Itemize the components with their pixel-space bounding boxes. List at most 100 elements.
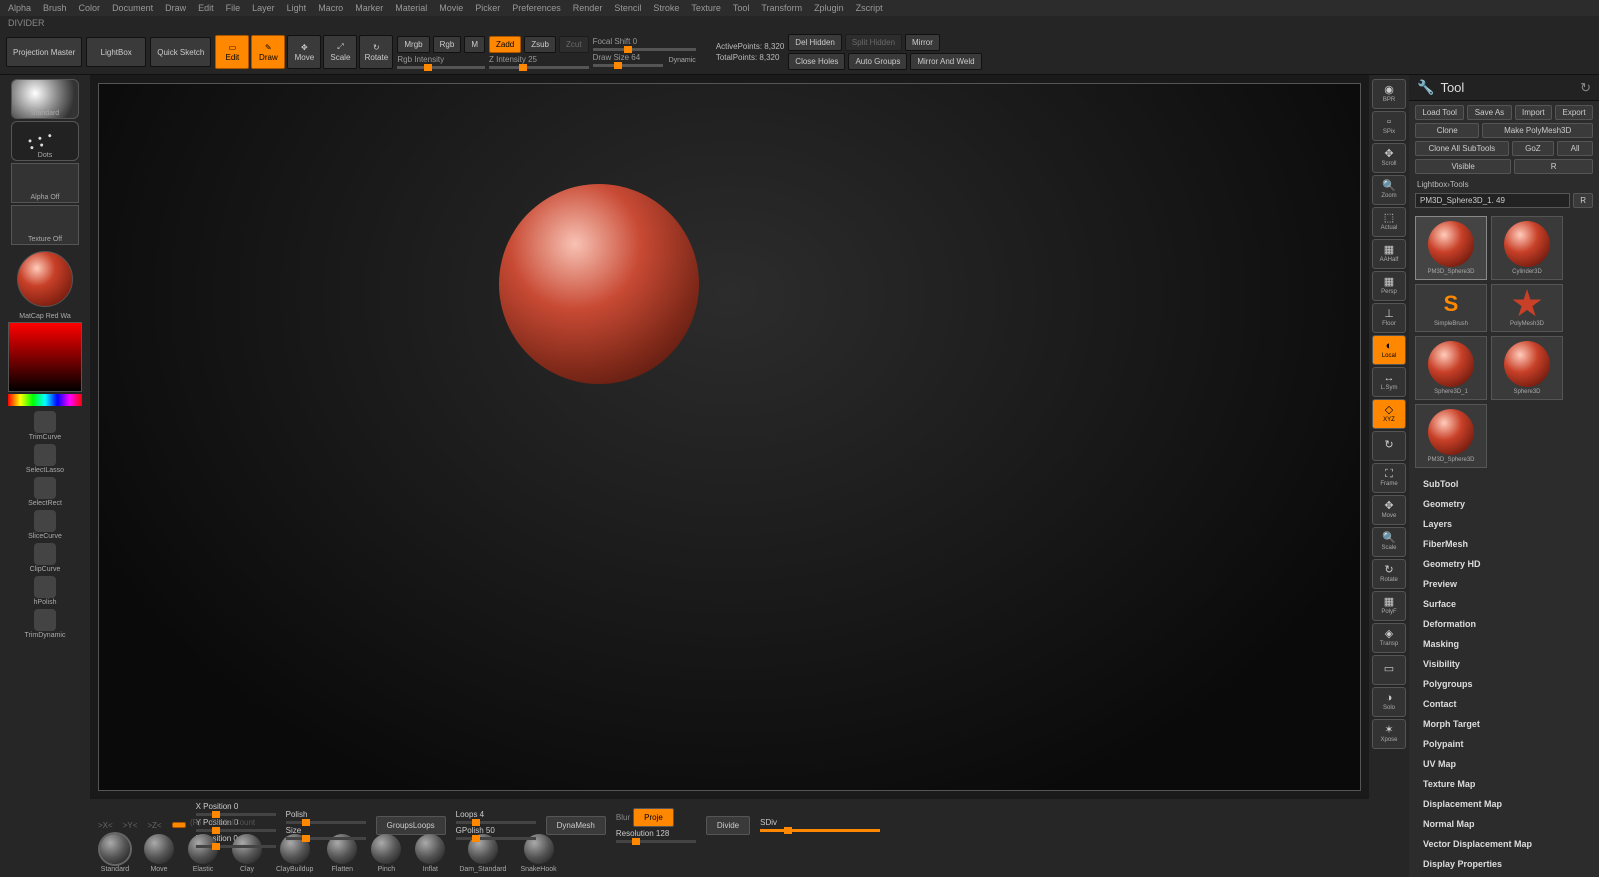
section-display-properties[interactable]: Display Properties	[1409, 854, 1599, 874]
brush-elastic[interactable]: Elastic	[188, 834, 218, 873]
left-tool-slicecurve[interactable]: SliceCurve	[25, 510, 66, 540]
rp-clone[interactable]: Clone	[1415, 123, 1479, 138]
mirror-button[interactable]: Mirror	[905, 34, 940, 51]
shelf-frame[interactable]: ⛶Frame	[1372, 463, 1406, 493]
menu-movie[interactable]: Movie	[439, 3, 463, 13]
m-button[interactable]: M	[464, 36, 485, 53]
shelf-l.sym[interactable]: ↔L.Sym	[1372, 367, 1406, 397]
menu-macro[interactable]: Macro	[318, 3, 343, 13]
tool-sphere3d[interactable]: Sphere3D	[1491, 336, 1563, 400]
section-layers[interactable]: Layers	[1409, 514, 1599, 534]
zsub-button[interactable]: Zsub	[524, 36, 556, 53]
menu-material[interactable]: Material	[395, 3, 427, 13]
section-subtool[interactable]: SubTool	[1409, 474, 1599, 494]
shelf-btn18[interactable]: ▭	[1372, 655, 1406, 685]
menu-transform[interactable]: Transform	[761, 3, 802, 13]
menu-render[interactable]: Render	[573, 3, 603, 13]
shelf-floor[interactable]: ⊥Floor	[1372, 303, 1406, 333]
menu-color[interactable]: Color	[79, 3, 101, 13]
left-tool-selectrect[interactable]: SelectRect	[25, 477, 66, 507]
rp-visible[interactable]: Visible	[1415, 159, 1511, 174]
tool-simplebrush[interactable]: SSimpleBrush	[1415, 284, 1487, 332]
shelf-solo[interactable]: ◑Solo	[1372, 687, 1406, 717]
tool-cylinder3d[interactable]: Cylinder3D	[1491, 216, 1563, 280]
rp-import[interactable]: Import	[1515, 105, 1553, 120]
x-position-slider[interactable]: X Position 0	[196, 802, 276, 816]
rp-load-tool[interactable]: Load Tool	[1415, 105, 1464, 120]
texture-swatch[interactable]: Texture Off	[11, 205, 79, 245]
section-normal-map[interactable]: Normal Map	[1409, 814, 1599, 834]
zcut-button[interactable]: Zcut	[559, 36, 589, 53]
lightbox-path[interactable]: Lightbox›Tools	[1409, 178, 1599, 191]
menu-texture[interactable]: Texture	[691, 3, 721, 13]
shelf-scale[interactable]: 🔍Scale	[1372, 527, 1406, 557]
rotate-mode-button[interactable]: ↻Rotate	[359, 35, 393, 69]
shelf-actual[interactable]: ⬚Actual	[1372, 207, 1406, 237]
section-polygroups[interactable]: Polygroups	[1409, 674, 1599, 694]
shelf-aahalf[interactable]: ▦AAHalf	[1372, 239, 1406, 269]
brush-standard[interactable]: Standard	[100, 834, 130, 873]
shelf-xpose[interactable]: ✶Xpose	[1372, 719, 1406, 749]
section-morph-target[interactable]: Morph Target	[1409, 714, 1599, 734]
draw-mode-button[interactable]: ✎Draw	[251, 35, 285, 69]
auto-groups-button[interactable]: Auto Groups	[848, 53, 907, 70]
left-tool-clipcurve[interactable]: ClipCurve	[25, 543, 66, 573]
refresh-icon[interactable]: ↻	[1580, 80, 1591, 96]
menu-edit[interactable]: Edit	[198, 3, 214, 13]
section-fibermesh[interactable]: FiberMesh	[1409, 534, 1599, 554]
top-menu[interactable]: AlphaBrushColorDocumentDrawEditFileLayer…	[0, 0, 1599, 16]
menu-tool[interactable]: Tool	[733, 3, 750, 13]
menu-stroke[interactable]: Stroke	[653, 3, 679, 13]
menu-stencil[interactable]: Stencil	[614, 3, 641, 13]
brush-clay[interactable]: Clay	[232, 834, 262, 873]
menu-file[interactable]: File	[226, 3, 241, 13]
r-button[interactable]: R	[1573, 193, 1593, 208]
menu-brush[interactable]: Brush	[43, 3, 67, 13]
stroke-swatch[interactable]: Dots	[11, 121, 79, 161]
section-masking[interactable]: Masking	[1409, 634, 1599, 654]
draw-size-slider[interactable]: Draw Size 64	[593, 53, 663, 67]
section-deformation[interactable]: Deformation	[1409, 614, 1599, 634]
section-visibility[interactable]: Visibility	[1409, 654, 1599, 674]
move-mode-button[interactable]: ✥Move	[287, 35, 321, 69]
tool-pm3d_sphere3d[interactable]: PM3D_Sphere3D	[1415, 216, 1487, 280]
mesh-sphere[interactable]	[499, 184, 699, 384]
menu-marker[interactable]: Marker	[355, 3, 383, 13]
rgb-intensity-slider[interactable]: Rgb Intensity	[397, 55, 485, 69]
tool-polymesh3d[interactable]: PolyMesh3D	[1491, 284, 1563, 332]
del-hidden-button[interactable]: Del Hidden	[788, 34, 842, 51]
hue-bar[interactable]	[8, 394, 82, 406]
tool-sphere3d_1[interactable]: Sphere3D_1	[1415, 336, 1487, 400]
split-hidden-button[interactable]: Split Hidden	[845, 34, 902, 51]
tool-name-field[interactable]: PM3D_Sphere3D_1. 49	[1415, 193, 1570, 208]
close-holes-button[interactable]: Close Holes	[788, 53, 845, 70]
shelf-polyf[interactable]: ▦PolyF	[1372, 591, 1406, 621]
radialcount-label[interactable]: RadialCount	[211, 818, 255, 827]
section-polypaint[interactable]: Polypaint	[1409, 734, 1599, 754]
projection-master-button[interactable]: Projection Master	[6, 37, 82, 67]
shelf-btn11[interactable]: ↻	[1372, 431, 1406, 461]
left-tool-trimdynamic[interactable]: TrimDynamic	[25, 609, 66, 639]
rp-r[interactable]: R	[1514, 159, 1593, 174]
lightbox-button[interactable]: LightBox	[86, 37, 146, 67]
rp-clone-all-subtools[interactable]: Clone All SubTools	[1415, 141, 1509, 156]
shelf-scroll[interactable]: ✥Scroll	[1372, 143, 1406, 173]
shelf-rotate[interactable]: ↻Rotate	[1372, 559, 1406, 589]
shelf-xyz[interactable]: ◇XYZ	[1372, 399, 1406, 429]
menu-alpha[interactable]: Alpha	[8, 3, 31, 13]
menu-document[interactable]: Document	[112, 3, 153, 13]
section-surface[interactable]: Surface	[1409, 594, 1599, 614]
brush-move[interactable]: Move	[144, 834, 174, 873]
section-texture-map[interactable]: Texture Map	[1409, 774, 1599, 794]
section-geometry[interactable]: Geometry	[1409, 494, 1599, 514]
viewport[interactable]	[98, 83, 1361, 791]
shelf-spix[interactable]: ▫SPix	[1372, 111, 1406, 141]
rp-save-as[interactable]: Save As	[1467, 105, 1511, 120]
menu-light[interactable]: Light	[287, 3, 307, 13]
brush-pinch[interactable]: Pinch	[371, 834, 401, 873]
shelf-bpr[interactable]: ◉BPR	[1372, 79, 1406, 109]
left-tool-hpolish[interactable]: hPolish	[25, 576, 66, 606]
brush-swatch[interactable]: Standard	[11, 79, 79, 119]
material-swatch[interactable]	[17, 251, 73, 307]
z-intensity-slider[interactable]: Z Intensity 25	[489, 55, 589, 69]
